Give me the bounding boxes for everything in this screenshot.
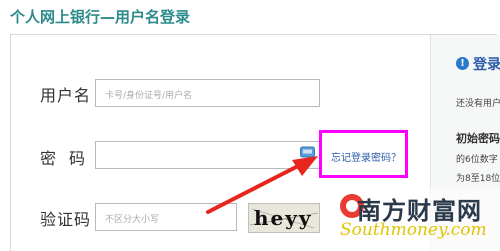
watermark-english: Southmoney.com [340,220,487,240]
captcha-label: 验证码 [40,210,92,229]
right-panel-text: 还没有用户 [456,99,500,109]
captcha-text: heyy [254,206,313,230]
info-icon: ! [456,57,469,70]
page-title: 个人网上银行—用户名登录 [10,8,191,26]
keyboard-icon[interactable] [300,146,315,158]
captcha-image[interactable]: heyy [248,203,320,233]
username-label: 用户名 [40,86,92,105]
initial-password-heading: 初始密码 [456,132,500,145]
forgot-password-link[interactable]: 忘记登录密码？ [331,149,401,164]
right-panel-title: 登录 [473,57,500,73]
right-panel-text: 的6位数字 [456,155,498,165]
password-label: 密码 [40,149,99,168]
password-input[interactable] [95,141,320,169]
captcha-input[interactable]: 不区分大小写 [95,203,237,231]
username-input[interactable]: 卡号/身份证号/用户名 [95,79,320,107]
right-panel-text: 为8至18位 [456,174,500,184]
